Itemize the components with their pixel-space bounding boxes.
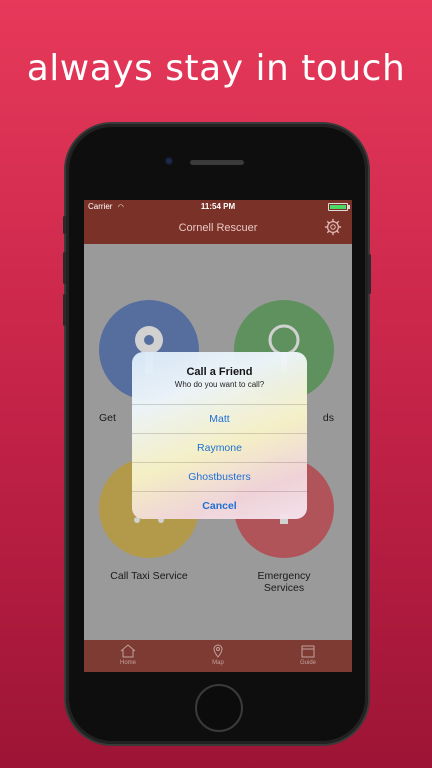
volume-up-button [63, 252, 66, 284]
home-button [195, 684, 243, 732]
tab-bar: Home Map Guide [84, 640, 352, 672]
book-icon [301, 645, 315, 658]
map-pin-icon [213, 644, 223, 658]
app-screen: Carrier ◠ 11:54 PM Cornell Rescuer Get d… [84, 200, 352, 672]
cancel-button[interactable]: Cancel [132, 491, 307, 519]
tab-label: Guide [299, 660, 316, 666]
dialog-option-raymone[interactable]: Raymone [132, 433, 307, 462]
dialog-title: Call a Friend [186, 366, 253, 378]
mute-switch [63, 216, 66, 234]
tile-label: Emergency Services [234, 570, 334, 594]
power-button [368, 254, 371, 294]
dialog-subtitle: Who do you want to call? [174, 380, 265, 389]
tab-map[interactable]: Map [188, 644, 248, 666]
phone-frame: Carrier ◠ 11:54 PM Cornell Rescuer Get d… [63, 124, 371, 744]
dialog-option-matt[interactable]: Matt [132, 404, 307, 433]
status-time: 11:54 PM [200, 202, 236, 211]
tab-label: Map [212, 660, 224, 666]
headline: always stay in touch [26, 48, 406, 89]
tile-label: Call Taxi Service [110, 570, 188, 582]
earpiece-speaker [190, 160, 244, 165]
page-title: Cornell Rescuer [178, 222, 258, 234]
home-icon [120, 644, 136, 658]
front-camera [165, 157, 173, 165]
tab-label: Home [119, 660, 136, 666]
volume-down-button [63, 294, 66, 326]
status-bar: Carrier ◠ 11:54 PM [84, 200, 352, 212]
gear-icon[interactable] [324, 218, 342, 236]
tile-label-line1: Emergency [257, 570, 311, 582]
tab-home[interactable]: Home [98, 644, 158, 666]
tab-guide[interactable]: Guide [278, 644, 338, 666]
tile-label-line2: Services [263, 582, 305, 594]
nav-bar: Cornell Rescuer [84, 212, 352, 244]
dialog-option-ghostbusters[interactable]: Ghostbusters [132, 462, 307, 491]
battery-icon [328, 203, 350, 211]
call-friend-dialog: Call a Friend Who do you want to call? M… [132, 352, 307, 519]
